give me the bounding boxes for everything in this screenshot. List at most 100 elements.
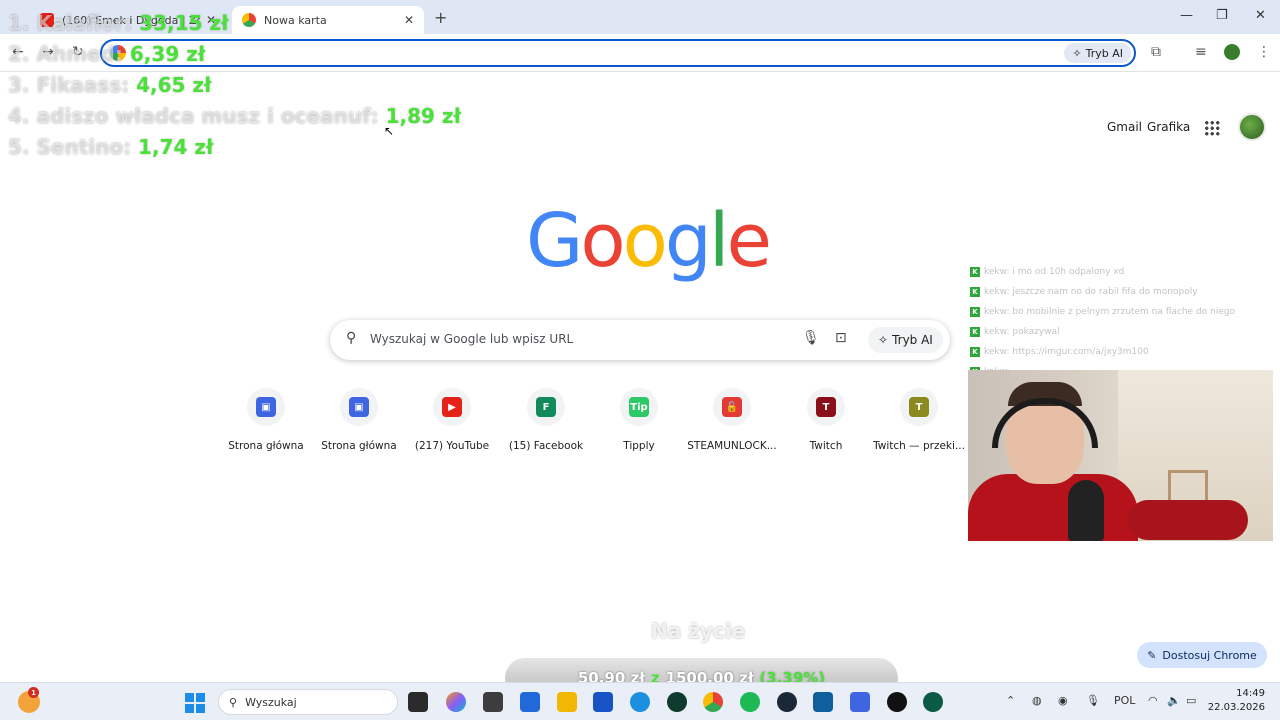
clock[interactable]: 14:49 22.03.2026	[1205, 687, 1265, 715]
chat-text: kekw: i mo od 10h odpalony xd	[984, 267, 1125, 277]
kick-badge-icon: K	[970, 347, 980, 357]
shortcut-label: (15) Facebook	[508, 440, 584, 452]
shortcut-tile[interactable]: ▣ Strona główna	[220, 388, 312, 452]
shortcut-tile[interactable]: F (15) Facebook	[500, 388, 592, 452]
shortcuts-grid: ▣ Strona główna ▣ Strona główna ▶ (217) YouTu…	[220, 388, 970, 460]
ai-mode-button[interactable]: ✧ Tryb AI	[868, 327, 943, 353]
battery-icon[interactable]: ▭	[1186, 694, 1196, 707]
gmail-link[interactable]: Gmail	[1107, 120, 1142, 134]
kick-badge-icon: K	[970, 287, 980, 297]
ai-mode-button[interactable]: ✧ Tryb AI	[1064, 43, 1131, 63]
app-icon[interactable]	[923, 692, 943, 712]
shortcut-label: Twitch	[809, 440, 843, 452]
shortcut-tile[interactable]: Tip Tipply	[593, 388, 685, 452]
sparkle-search-icon: ✧	[878, 333, 889, 347]
copilot-icon[interactable]	[446, 692, 466, 712]
tray-app-icon[interactable]: ◉	[1058, 694, 1068, 707]
shortcut-label: Strona główna	[321, 440, 397, 452]
file-explorer-icon[interactable]	[408, 692, 428, 712]
search-icon: ⚲	[346, 330, 357, 346]
shortcut-icon-circle: ▣	[247, 388, 285, 426]
shortcut-icon-circle: 🔓	[713, 388, 751, 426]
shortcut-icon-circle: Tip	[620, 388, 658, 426]
obs-icon[interactable]	[887, 692, 907, 712]
donor-row: 1. Kalafior: 33,15 zł	[8, 8, 461, 39]
close-window-button[interactable]: ✕	[1255, 8, 1266, 23]
customize-chrome-button[interactable]: ✎ Dostosuj Chrome	[1137, 642, 1267, 668]
chat-message: Kkekw: pokazywal	[970, 322, 1270, 342]
top-donors-list: 1. Kalafior: 33,15 zł 2. Ahmed: 6,39 zł 3.…	[8, 8, 461, 163]
clock-date: 22.03.2026	[1207, 702, 1265, 713]
logo-letter: g	[664, 198, 712, 284]
shortcut-tile[interactable]: ▣ Strona główna	[313, 388, 405, 452]
kick-badge-icon: K	[970, 267, 980, 277]
lens-camera-icon[interactable]: ⊡	[835, 330, 847, 346]
chevron-up-icon[interactable]: ⌃	[1006, 694, 1015, 707]
chat-text: kekw: jeszcze nam no do rabil fifa do mo…	[984, 287, 1198, 297]
sparkle-search-icon: ✧	[1072, 46, 1082, 60]
apps-grid-icon[interactable]	[1204, 120, 1220, 136]
unity-icon[interactable]	[483, 692, 503, 712]
donor-row: 3. Fikaass: 4,65 zł	[8, 70, 461, 101]
tray-app-icon[interactable]: ◍	[1032, 694, 1042, 707]
app-icon[interactable]	[813, 692, 833, 712]
microphone-icon	[1068, 480, 1104, 541]
twitch-icon: T	[909, 397, 929, 417]
shortcut-label: Twitch — przeki...	[873, 440, 965, 452]
donor-amount: 1,74 zł	[138, 135, 214, 159]
shortcut-icon-circle: T	[807, 388, 845, 426]
tipply-icon: Tip	[629, 397, 649, 417]
media-controls-icon[interactable]: ≡	[1195, 44, 1207, 60]
search-box[interactable]: ⚲ Wyszukaj w Google lub wpisz URL 🎙 ⊡ ✧ …	[330, 320, 950, 360]
spotify-icon[interactable]	[740, 692, 760, 712]
donor-amount: 1,89 zł	[385, 104, 461, 128]
minimize-button[interactable]: —	[1180, 8, 1193, 23]
donor-amount: 33,15 zł	[139, 11, 229, 35]
shortcut-icon-circle: ▣	[340, 388, 378, 426]
images-link[interactable]: Grafika	[1147, 120, 1190, 134]
logo-letter: o	[580, 198, 625, 284]
mouse-cursor-icon: ↖	[384, 124, 395, 138]
microphone-icon[interactable]: 🎙	[802, 330, 820, 346]
folder-icon[interactable]	[557, 692, 577, 712]
pencil-icon: ✎	[1147, 648, 1157, 662]
maximize-button[interactable]: ❐	[1216, 8, 1228, 23]
donor-row: 2. Ahmed: 6,39 zł	[8, 39, 461, 70]
chat-text: kekw: bo mobilnie z pelnym zrzutem na fl…	[984, 307, 1235, 317]
donor-name: 4. adiszo władca musz i oceanuf:	[8, 104, 379, 128]
shortcut-tile[interactable]: T Twitch	[780, 388, 872, 452]
microphone-icon[interactable]: 🎙	[1086, 694, 1100, 707]
steam-icon[interactable]	[777, 692, 797, 712]
donor-amount: 4,65 zł	[136, 73, 212, 97]
visual-studio-code-icon[interactable]	[520, 692, 540, 712]
roblox-icon[interactable]	[850, 692, 870, 712]
taskbar-search[interactable]: ⚲ Wyszukaj	[218, 689, 398, 715]
clock-time: 14:49	[1236, 688, 1265, 699]
shortcut-tile[interactable]: 🔓 STEAMUNLOCK...	[686, 388, 778, 452]
language-indicator[interactable]: POL	[1114, 694, 1135, 707]
wifi-icon[interactable]: ◠	[1148, 694, 1158, 707]
donor-name: 3. Fikaass:	[8, 73, 130, 97]
volume-icon[interactable]: 🔈	[1167, 694, 1181, 707]
shortcut-icon-circle: F	[527, 388, 565, 426]
shortcut-icon-circle: T	[900, 388, 938, 426]
edge-icon[interactable]	[630, 692, 650, 712]
kick-badge-icon: K	[970, 307, 980, 317]
shortcut-tile[interactable]: T Twitch — przeki...	[873, 388, 965, 452]
account-avatar[interactable]	[1238, 113, 1266, 141]
shortcut-tile[interactable]: ▶ (217) YouTube	[406, 388, 498, 452]
menu-kebab-icon[interactable]: ⋮	[1257, 44, 1271, 60]
store-icon[interactable]	[593, 692, 613, 712]
profile-avatar-icon[interactable]	[1224, 44, 1240, 60]
chat-message: Kkekw: jeszcze nam no do rabil fifa do m…	[970, 282, 1270, 302]
shortcut-label: (217) YouTube	[414, 440, 490, 452]
app-icon[interactable]	[667, 692, 687, 712]
extensions-icon[interactable]: ⧉	[1151, 44, 1161, 60]
chrome-icon[interactable]	[703, 692, 723, 712]
chat-text: kekw: https://imgur.com/a/jxy3m100	[984, 347, 1149, 357]
notification-badge: 1	[28, 687, 39, 698]
twitch-icon: T	[816, 397, 836, 417]
windows-start-icon[interactable]	[185, 693, 205, 713]
chat-text: kekw: pokazywal	[984, 327, 1060, 337]
search-input[interactable]: Wyszukaj w Google lub wpisz URL	[370, 332, 573, 346]
